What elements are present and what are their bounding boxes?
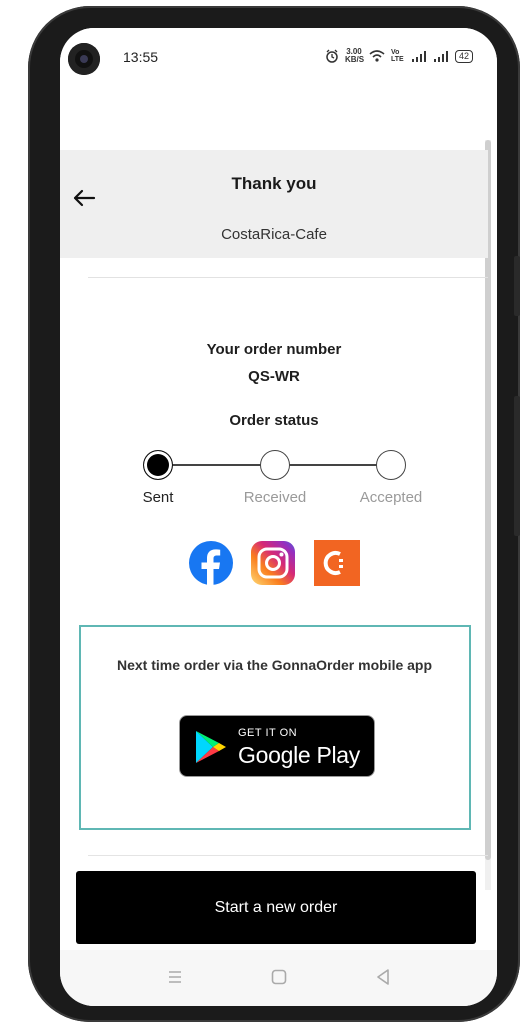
- menu-icon[interactable]: [162, 964, 188, 990]
- divider: [88, 277, 488, 278]
- page-header: Thank you CostaRica-Cafe: [60, 150, 488, 258]
- step-sent-label: Sent: [142, 489, 174, 506]
- phone-screen: 13:55 3.00 KB/S Vo LTE 42 Thank you Cost…: [60, 28, 497, 1006]
- back-icon[interactable]: [370, 964, 396, 990]
- home-icon[interactable]: [266, 964, 292, 990]
- status-icons: 3.00 KB/S Vo LTE 42: [325, 48, 473, 64]
- order-status-label: Order status: [229, 412, 319, 429]
- net-speed: 3.00 KB/S: [344, 47, 365, 64]
- google-play-icon: [196, 731, 226, 763]
- instagram-icon[interactable]: [250, 540, 296, 586]
- start-new-order-button[interactable]: Start a new order: [76, 871, 476, 944]
- power-button: [514, 396, 520, 536]
- step-received-label: Received: [243, 489, 307, 506]
- gonnaorder-icon[interactable]: [314, 540, 360, 586]
- order-number-label: Your order number: [206, 341, 342, 358]
- step-accepted-label: Accepted: [359, 489, 423, 506]
- google-play-big-text: Google Play: [238, 742, 360, 768]
- divider: [88, 855, 488, 856]
- step-received-circle: [260, 450, 290, 480]
- google-play-button[interactable]: GET IT ON Google Play: [179, 715, 375, 777]
- page-title: Thank you: [231, 174, 317, 193]
- google-play-small-text: GET IT ON: [238, 727, 298, 739]
- clock: 13:55: [123, 49, 159, 65]
- mobile-app-promo: Next time order via the GonnaOrder mobil…: [79, 625, 471, 830]
- system-nav-bar: [60, 950, 497, 1006]
- facebook-icon[interactable]: [188, 540, 234, 586]
- volume-button: [514, 256, 520, 316]
- promo-text: Next time order via the GonnaOrder mobil…: [116, 657, 433, 673]
- step-accepted-circle: [376, 450, 406, 480]
- front-camera: [68, 43, 100, 75]
- step-sent-circle: [143, 450, 173, 480]
- volte-badge: Vo LTE: [390, 49, 404, 63]
- battery-icon: 42: [454, 49, 473, 63]
- order-number: QS-WR: [248, 368, 300, 385]
- signal-icon-2: [433, 51, 448, 62]
- signal-icon: [411, 51, 426, 62]
- alarm-icon: [326, 49, 338, 63]
- wifi-icon: [369, 50, 385, 62]
- store-name: CostaRica-Cafe: [221, 226, 327, 243]
- status-bar: 13:55 3.00 KB/S Vo LTE 42: [60, 28, 497, 88]
